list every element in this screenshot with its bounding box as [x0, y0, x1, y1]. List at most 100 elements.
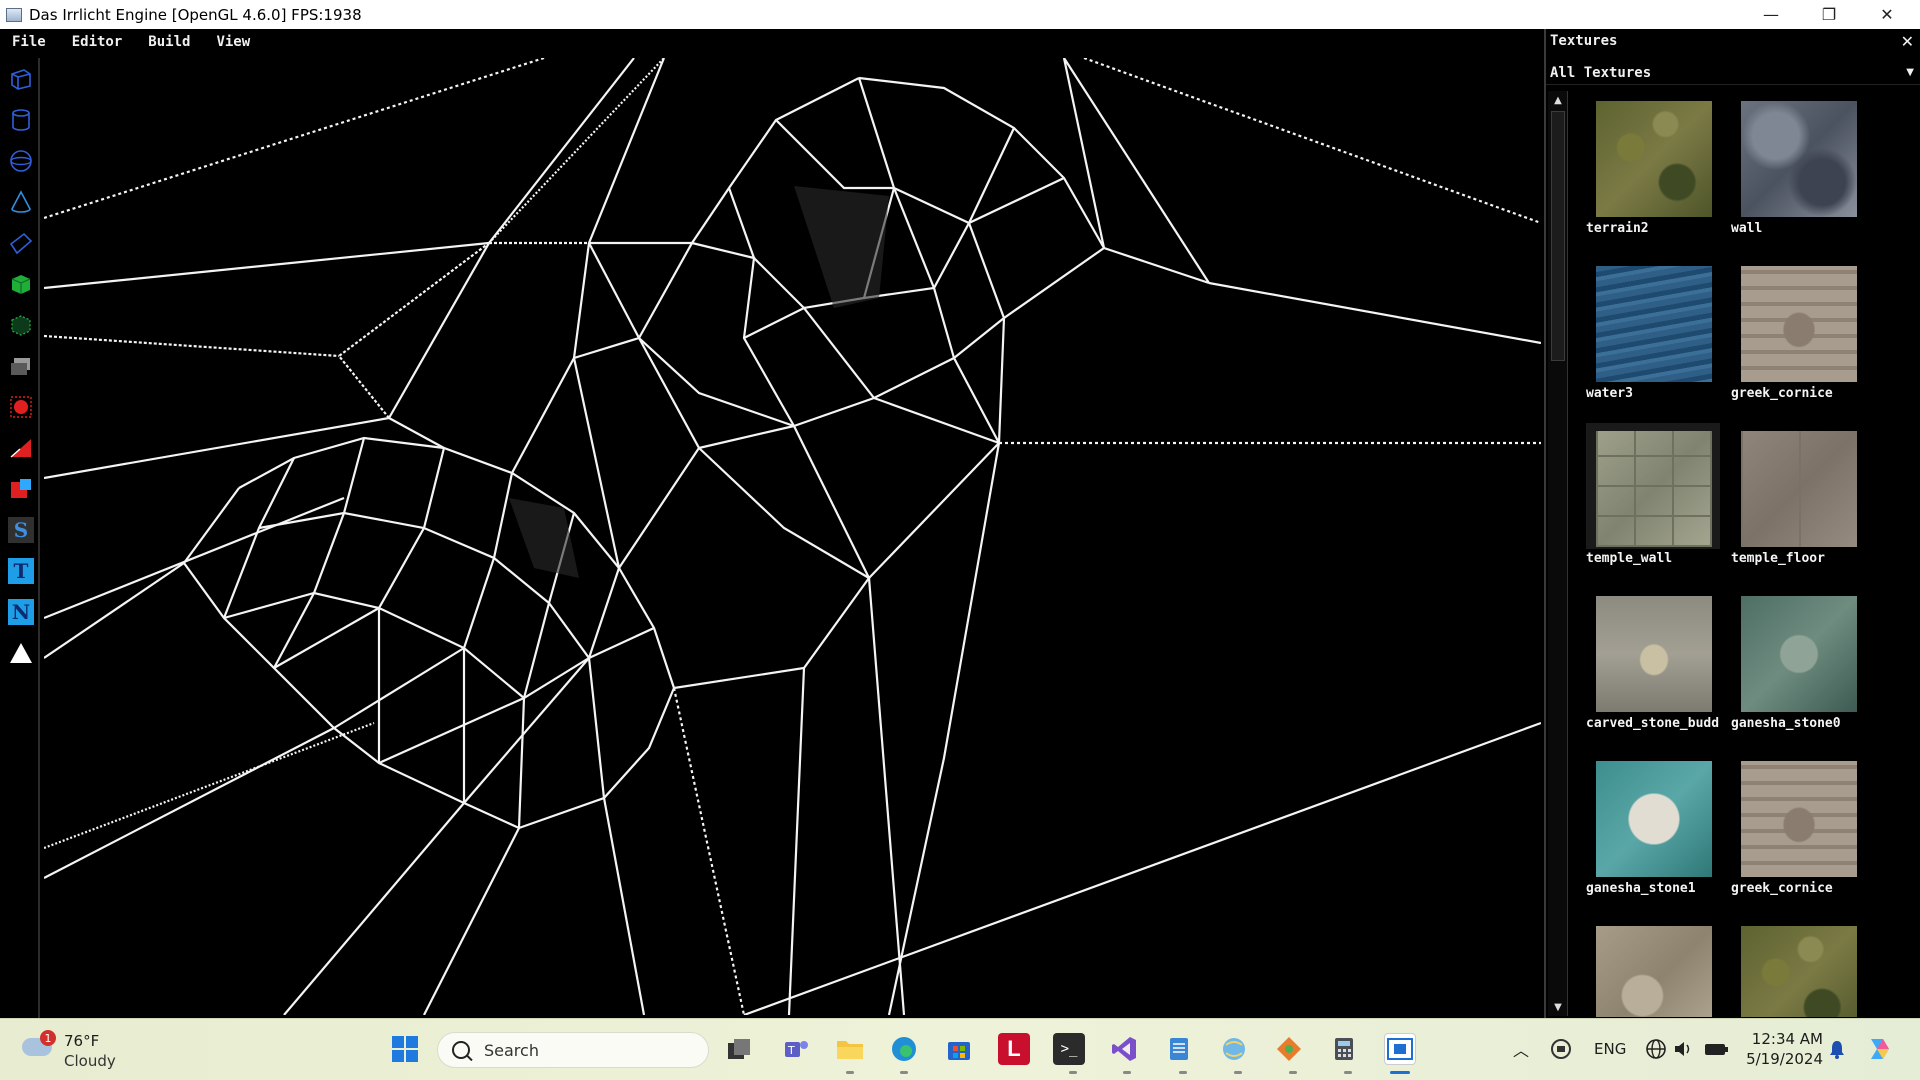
teams-button[interactable]: T: [780, 1033, 812, 1065]
tray-app-button[interactable]: [1545, 1033, 1577, 1065]
copilot-button[interactable]: [1864, 1033, 1896, 1065]
menu-file[interactable]: File: [12, 34, 46, 50]
start-button[interactable]: [389, 1033, 421, 1065]
texture-name: ganesha_stone0: [1731, 716, 1841, 731]
panel-close-icon[interactable]: ✕: [1901, 32, 1914, 51]
tray-overflow-button[interactable]: ︿: [1505, 1033, 1537, 1065]
texture-thumbnail: [1741, 266, 1857, 382]
close-icon: ✕: [1880, 5, 1894, 24]
texture-item[interactable]: water3: [1586, 266, 1726, 426]
battery-button[interactable]: [1700, 1033, 1732, 1065]
running-indicator: [1123, 1071, 1131, 1074]
texture-item[interactable]: terrain2: [1586, 101, 1726, 261]
store-button[interactable]: [943, 1033, 975, 1065]
search-label: Search: [484, 1040, 539, 1060]
texture-item[interactable]: temple_floor: [1731, 431, 1871, 591]
restore-button[interactable]: ❐: [1800, 0, 1858, 29]
cylinder-tool[interactable]: [6, 105, 36, 135]
texture-item[interactable]: greek_cornice: [1731, 266, 1871, 426]
svg-text:T: T: [787, 1044, 795, 1057]
scroll-up-icon[interactable]: ▲: [1548, 91, 1568, 109]
texture-item[interactable]: greek_cornice: [1731, 761, 1871, 921]
texture-name: terrain2: [1586, 221, 1649, 236]
texture-item[interactable]: ganesha_stone0: [1731, 596, 1871, 756]
running-indicator: [1069, 1071, 1077, 1074]
texture-item[interactable]: [1731, 926, 1871, 1017]
cone-tool[interactable]: [6, 187, 36, 217]
texture-name: temple_floor: [1731, 551, 1825, 566]
windows-icon: [392, 1036, 418, 1062]
language-indicator[interactable]: ENG: [1594, 1040, 1626, 1058]
menu-view[interactable]: View: [216, 34, 250, 50]
notification-badge: 1: [40, 1030, 56, 1046]
n-tool-icon: N: [8, 599, 34, 625]
menu-bar: File Editor Build View: [0, 29, 1544, 55]
file-explorer-button[interactable]: [834, 1033, 866, 1065]
light-tool[interactable]: [6, 392, 36, 422]
tool-palette: S T N: [0, 58, 40, 1018]
visual-studio-icon: [1112, 1037, 1136, 1061]
plane-icon: [9, 232, 33, 255]
cube-dotted-tool[interactable]: [6, 310, 36, 340]
texture-grid: terrain2 wall water3 greek_cornice templ…: [1586, 101, 1916, 1017]
cube-solid-tool[interactable]: [6, 269, 36, 299]
close-button[interactable]: ✕: [1858, 0, 1916, 29]
box-wire-tool[interactable]: [6, 64, 36, 94]
texture-name: water3: [1586, 386, 1633, 401]
paint-tool[interactable]: [6, 474, 36, 504]
sphere-icon: [10, 150, 32, 172]
texture-name: temple_wall: [1586, 551, 1673, 566]
irrlicht-window-button[interactable]: [1384, 1033, 1416, 1065]
weather-widget[interactable]: 1 76°F Cloudy: [18, 1028, 158, 1072]
texture-filter-dropdown[interactable]: All Textures ▼: [1546, 61, 1920, 85]
running-indicator: [1344, 1071, 1352, 1074]
menu-build[interactable]: Build: [148, 34, 190, 50]
menu-editor[interactable]: Editor: [72, 34, 123, 50]
viewport-3d[interactable]: [44, 58, 1541, 1015]
bell-icon: [1830, 1041, 1844, 1059]
volume-button[interactable]: [1667, 1033, 1699, 1065]
cone-icon: [11, 190, 31, 213]
terminal-button[interactable]: >_: [1053, 1033, 1085, 1065]
scroll-down-icon[interactable]: ▼: [1548, 998, 1568, 1016]
notepad-button[interactable]: [1163, 1033, 1195, 1065]
system-clock[interactable]: 12:34 AM 5/19/2024: [1735, 1029, 1823, 1069]
texture-item-selected[interactable]: temple_wall: [1586, 423, 1726, 591]
git-app-button[interactable]: [1273, 1033, 1305, 1065]
layers-tool[interactable]: [6, 351, 36, 381]
sphere-tool[interactable]: [6, 146, 36, 176]
calculator-button[interactable]: [1328, 1033, 1360, 1065]
texture-thumbnail: [1741, 926, 1857, 1017]
speaker-icon: [1675, 1042, 1690, 1056]
task-view-button[interactable]: [723, 1033, 755, 1065]
s-tool[interactable]: S: [6, 515, 36, 545]
texture-item[interactable]: ganesha_stone1: [1586, 761, 1726, 921]
app-icon: [6, 7, 22, 22]
texture-item[interactable]: carved_stone_budd: [1586, 596, 1726, 756]
s-tool-icon: S: [8, 517, 34, 543]
weather-condition: Cloudy: [64, 1052, 116, 1070]
plane-tool[interactable]: [6, 228, 36, 258]
running-indicator: [846, 1071, 854, 1074]
texture-item[interactable]: wall: [1731, 101, 1871, 261]
cube-solid-icon: [11, 275, 31, 294]
t-tool[interactable]: T: [6, 556, 36, 586]
app-globe-button[interactable]: [1218, 1033, 1250, 1065]
visual-studio-button[interactable]: [1108, 1033, 1140, 1065]
terminal-icon: >_: [1060, 1041, 1078, 1057]
texture-scrollbar[interactable]: ▲ ▼: [1548, 91, 1568, 1016]
layers-icon: [11, 358, 30, 375]
edge-button[interactable]: [888, 1033, 920, 1065]
texture-item[interactable]: [1586, 926, 1726, 1017]
lens-app-button[interactable]: L: [998, 1033, 1030, 1065]
search-icon: [452, 1041, 470, 1059]
n-tool[interactable]: N: [6, 597, 36, 627]
scroll-thumb[interactable]: [1551, 111, 1565, 361]
taskbar-search[interactable]: Search: [437, 1032, 709, 1068]
minimize-button[interactable]: —: [1742, 0, 1800, 29]
notifications-button[interactable]: [1821, 1033, 1853, 1065]
edge-icon: [892, 1037, 916, 1061]
running-indicator: [900, 1071, 908, 1074]
clip-tool[interactable]: [6, 433, 36, 463]
triangle-tool[interactable]: [6, 638, 36, 668]
